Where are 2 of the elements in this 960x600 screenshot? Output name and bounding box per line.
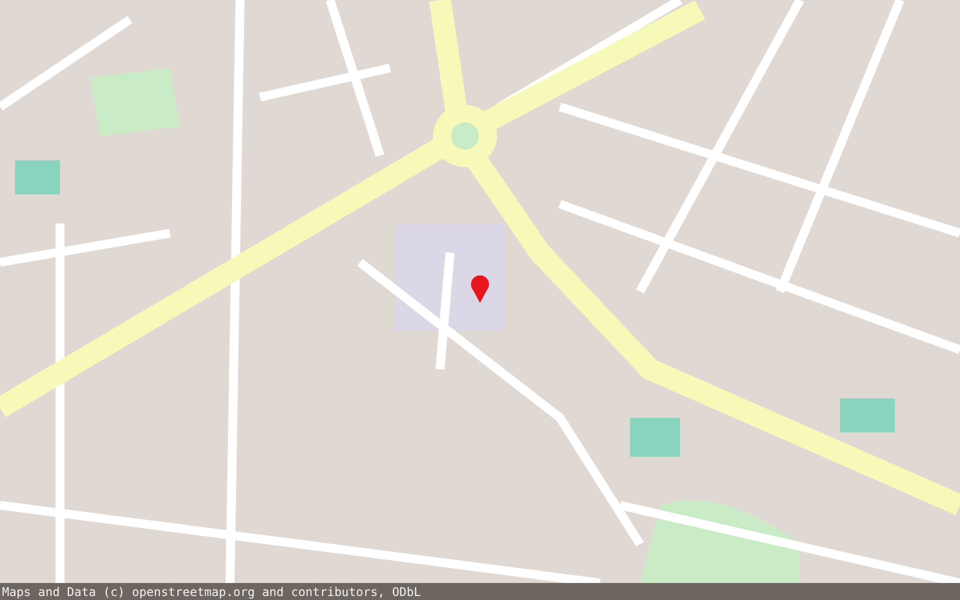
attribution-text: Maps and Data (c) openstreetmap.org and contributors, ODbL bbox=[2, 584, 422, 598]
map-pin-icon[interactable] bbox=[470, 274, 490, 304]
